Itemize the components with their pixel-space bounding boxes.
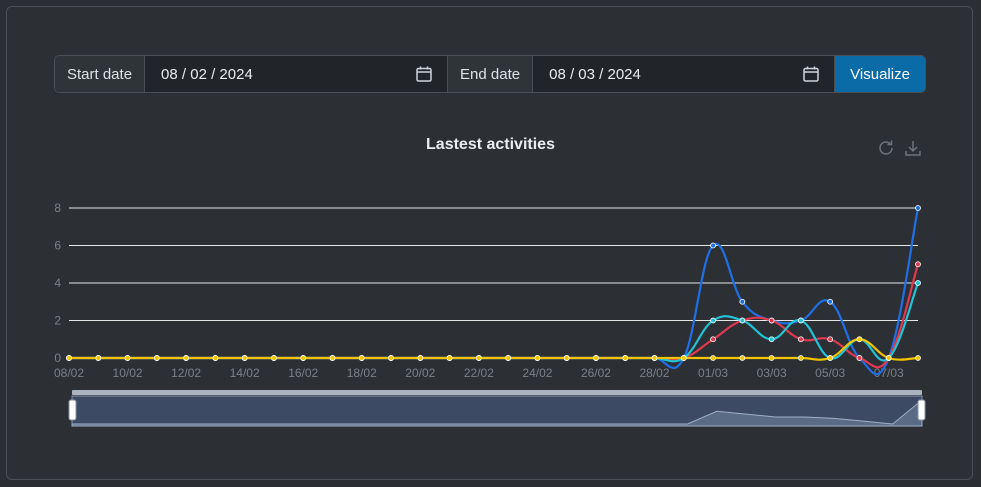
- x-tick-label: 16/02: [288, 366, 318, 380]
- data-point: [95, 355, 102, 361]
- data-point: [563, 355, 570, 361]
- data-point: [124, 355, 131, 361]
- zoom-handle-right[interactable]: [917, 399, 926, 421]
- data-point: [768, 355, 775, 361]
- series-line-0: [69, 207, 920, 376]
- data-point: [797, 355, 804, 361]
- y-tick-label: 8: [54, 201, 61, 215]
- data-point: [768, 336, 775, 343]
- data-point: [417, 355, 424, 361]
- x-tick-label: 03/03: [757, 366, 787, 380]
- x-tick-label: 22/02: [464, 366, 494, 380]
- y-tick-label: 0: [54, 351, 61, 365]
- data-point: [885, 355, 892, 361]
- data-point: [915, 280, 921, 286]
- data-point: [505, 355, 512, 361]
- data-point: [856, 355, 863, 361]
- y-tick-label: 6: [54, 239, 61, 253]
- data-point: [710, 336, 716, 343]
- data-point: [241, 355, 248, 361]
- x-tick-label: 18/02: [347, 366, 377, 380]
- data-point: [680, 355, 687, 361]
- x-tick-label: 10/02: [113, 366, 143, 380]
- data-point: [710, 242, 716, 249]
- x-tick-label: 28/02: [640, 366, 670, 380]
- data-point: [534, 355, 541, 361]
- data-point: [827, 355, 834, 361]
- data-point: [827, 298, 834, 305]
- series-line-1: [69, 263, 920, 369]
- x-tick-label: 12/02: [171, 366, 201, 380]
- activity-line-chart: 0 2 4 6 8 08/02 10/02 12/02 14/02 16/02 18/02 20/02…: [54, 201, 926, 427]
- data-point: [768, 317, 775, 324]
- data-point: [710, 355, 716, 361]
- data-point: [651, 355, 658, 361]
- zoom-slider-move-handle: [72, 390, 922, 395]
- x-tick-label: 05/03: [815, 366, 845, 380]
- data-point: [475, 355, 482, 361]
- data-point: [797, 317, 804, 324]
- x-tick-label: 14/02: [230, 366, 260, 380]
- data-point: [446, 355, 453, 361]
- data-point: [66, 355, 72, 361]
- data-point: [153, 355, 160, 361]
- data-point: [329, 355, 336, 361]
- data-point: [710, 317, 716, 324]
- data-point: [358, 355, 365, 361]
- data-point: [593, 355, 599, 361]
- zoom-handle-left[interactable]: [68, 399, 77, 421]
- data-point: [915, 205, 921, 211]
- data-point: [300, 355, 307, 361]
- data-point: [827, 336, 834, 343]
- data-point: [739, 317, 746, 324]
- data-point: [212, 355, 219, 361]
- data-point: [183, 355, 190, 361]
- data-point: [856, 336, 863, 343]
- x-tick-label: 24/02: [522, 366, 552, 380]
- data-point: [271, 355, 277, 361]
- x-tick-label: 26/02: [581, 366, 611, 380]
- y-tick-label: 4: [54, 276, 61, 290]
- data-point: [739, 355, 746, 361]
- data-point: [388, 355, 394, 361]
- x-tick-label: 08/02: [54, 366, 84, 380]
- data-point: [915, 261, 921, 268]
- series-line-3: [69, 338, 919, 361]
- data-point: [622, 355, 629, 361]
- data-point: [915, 355, 921, 361]
- x-tick-label: 01/03: [698, 366, 728, 380]
- data-point: [739, 298, 746, 305]
- x-tick-label: 20/02: [405, 366, 435, 380]
- data-point: [797, 336, 804, 343]
- y-tick-label: 2: [54, 314, 61, 328]
